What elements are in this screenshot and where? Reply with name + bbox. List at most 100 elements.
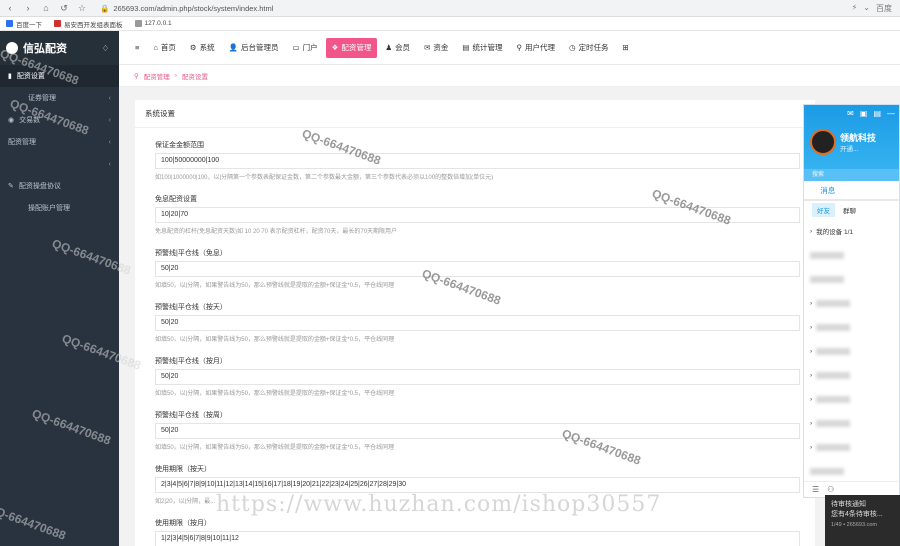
avatar[interactable] [810,129,836,155]
breadcrumb-item[interactable]: 配资管理 [144,71,170,81]
undo-icon[interactable]: ↺ [58,2,70,14]
settings-panel: 系统设置 保证金金额范围 100|50000000|100 如100|10000… [135,100,815,546]
chevron-right-icon: › [810,395,813,403]
tab-funds[interactable]: ✉ 资金 [418,38,454,58]
field-hint: 如填50，以|分隔，如果警告线为50，那么预警线就是提取的金额+保证金*0.5，… [155,391,395,396]
popup-title: 待审核通知 [831,501,866,508]
blurred-contact [810,275,844,283]
tab-portal[interactable]: ▭ 门户 [287,38,324,58]
tab-margin-management[interactable]: ❖ 配资管理 [325,37,378,58]
bookmarks-bar: 百度一下 易安西开发组表面板 127.0.0.1 [0,17,900,31]
diamond-icon: ❖ [331,43,339,52]
contact-group[interactable]: › [804,291,899,315]
field-label: 使用期限（按月） [155,520,211,527]
menu-icon[interactable]: ☰ [812,485,819,494]
sidebar-item-securities[interactable]: 证券管理 ‹ [0,87,119,109]
warning-line-weekly-input[interactable]: 50|20 [155,423,800,439]
folder-icon[interactable]: ▤ [873,109,881,118]
bookmark-item[interactable]: 127.0.0.1 [134,20,172,27]
menu-icon: ≡ [135,43,140,52]
free-margin-input[interactable]: 10|20|70 [155,207,800,223]
warning-line-free-input[interactable]: 50|20 [155,261,800,277]
sidebar-item-agreement[interactable]: ✎ 配资操盘协议 [0,175,119,197]
form-field: 保证金金额范围 100|50000000|100 如100|1000000|10… [155,140,800,180]
sidebar-item-margin[interactable]: 配资管理 ‹ [0,131,119,153]
bookmark-icon [6,20,13,27]
term-months-input[interactable]: 1|2|3|4|5|6|7|8|9|10|11|12 [155,531,800,546]
home-icon: ⌂ [153,43,158,52]
tab-members[interactable]: ♟ 会员 [379,38,416,58]
bookmark-item[interactable]: 易安西开发组表面板 [54,19,123,29]
qq-search-input[interactable]: 搜索 [804,169,899,181]
contact-group[interactable] [804,267,899,291]
contact-group[interactable]: › [804,315,899,339]
home-icon[interactable]: ⌂ [40,2,52,14]
form-field: 免息配资设置 10|20|70 免息配资的杠杆(免息配资天数)如 10 20 7… [155,194,800,234]
panel-title: 系统设置 [135,100,815,128]
top-nav: ≡ ⌂ 首页 ⚙ 系统 👤 后台管理员 ▭ 门户 ❖ 配资管理 ♟ 会员 ✉ 资金 ▤ 统计管理… [119,31,900,65]
field-hint: 如填50，以|分隔，如果警告线为50，那么预警线就是提取的金额+保证金*0.5，… [155,445,395,450]
field-label: 预警线|平仓线（按月） [155,358,227,365]
contact-group[interactable] [804,243,899,267]
form-field: 预警线|平仓线（按月） 50|20 如填50，以|分隔，如果警告线为50，那么预… [155,356,800,396]
url-text: 265693.com/admin.php/stock/system/index.… [113,3,274,13]
field-label: 免息配资设置 [155,196,197,203]
blurred-contact [816,419,851,427]
blurred-contact [816,443,851,451]
term-days-input[interactable]: 2|3|4|5|6|7|8|9|10|11|12|13|14|15|16|17|… [155,477,800,493]
warning-line-daily-input[interactable]: 50|20 [155,315,800,331]
blurred-contact [816,371,851,379]
lightning-icon[interactable]: ⚡ [852,3,858,14]
tab-apps[interactable]: ⊞ [617,38,635,58]
skin-icon[interactable]: ✉ [847,109,854,118]
notification-popup[interactable]: 待审核通知 您有4条待审核... 1/49 • 265693.com [825,495,900,546]
bookmark-item[interactable]: 百度一下 [6,19,42,29]
drop-icon[interactable]: ♢ [102,44,109,53]
star-icon[interactable]: ☆ [76,2,88,14]
search-engine-label[interactable]: 百度 [876,3,892,14]
warning-line-monthly-input[interactable]: 50|20 [155,369,800,385]
field-hint: 如2|20，以|分隔，最... [155,499,216,504]
field-hint: 免息配资的杠杆(免息配资天数)如 10 20 70 表示配资杠杆，配资70天，最… [155,229,398,234]
sidebar-item-trades[interactable]: ◉ 交易数 ‹ [0,109,119,131]
contact-group[interactable] [804,459,899,483]
back-icon[interactable]: ‹ [4,2,16,14]
breadcrumb-item[interactable]: 配资设置 [182,71,208,81]
chevron-down-icon[interactable]: ⌄ [863,3,870,14]
address-bar[interactable]: 🔒 265693.com/admin.php/stock/system/inde… [94,2,279,15]
contact-group[interactable]: › [804,363,899,387]
chevron-right-icon: › [810,347,813,355]
sidebar-item-settings[interactable]: ▮ 配资设置 [0,65,119,87]
subtab-friends[interactable]: 好友 [812,203,835,217]
subtab-groups[interactable]: 群聊 [843,205,856,215]
location-icon: ⚲ [134,72,139,80]
tab-admins[interactable]: 👤 后台管理员 [223,38,285,58]
tab-agents[interactable]: ⚲ 用户代理 [510,38,561,58]
tab-cron[interactable]: ◷ 定时任务 [563,38,615,58]
tab-home[interactable]: ⌂ 首页 [147,38,182,58]
tab-system[interactable]: ⚙ 系统 [184,38,221,58]
field-hint: 如100|1000000|100，以|分隔第一个参数表配保证金数，第二个参数最大… [155,175,494,180]
menu-toggle[interactable]: ≡ [129,38,145,58]
form-field: 使用期限（按月） 1|2|3|4|5|6|7|8|9|10|11|12 [155,518,800,546]
contact-group[interactable]: › [804,411,899,435]
sidebar-item-blank[interactable]: ‹ [0,153,119,175]
qq-signature[interactable]: 开通... [840,143,858,153]
tab-messages[interactable]: 消息 [804,185,852,196]
sidebar-item-accounts[interactable]: 操配账户管理 [0,197,119,219]
contact-group[interactable]: › 我的设备 1/1 [804,219,899,243]
window-icon: ▭ [292,43,300,52]
chevron-left-icon: ‹ [108,138,111,146]
contact-group[interactable]: › [804,387,899,411]
add-contact-icon[interactable]: ⚇ [827,485,834,494]
contact-group[interactable]: › [804,339,899,363]
contact-group[interactable]: › [804,435,899,459]
blurred-contact [816,347,851,355]
minimize-icon[interactable]: — [887,109,895,118]
tab-statistics[interactable]: ▤ 统计管理 [456,38,508,58]
field-label: 预警线|平仓线（按天） [155,304,227,311]
margin-range-input[interactable]: 100|50000000|100 [155,153,800,169]
forward-icon[interactable]: › [22,2,34,14]
grid-icon: ⊞ [622,43,629,52]
app-icon[interactable]: ▣ [860,109,868,118]
